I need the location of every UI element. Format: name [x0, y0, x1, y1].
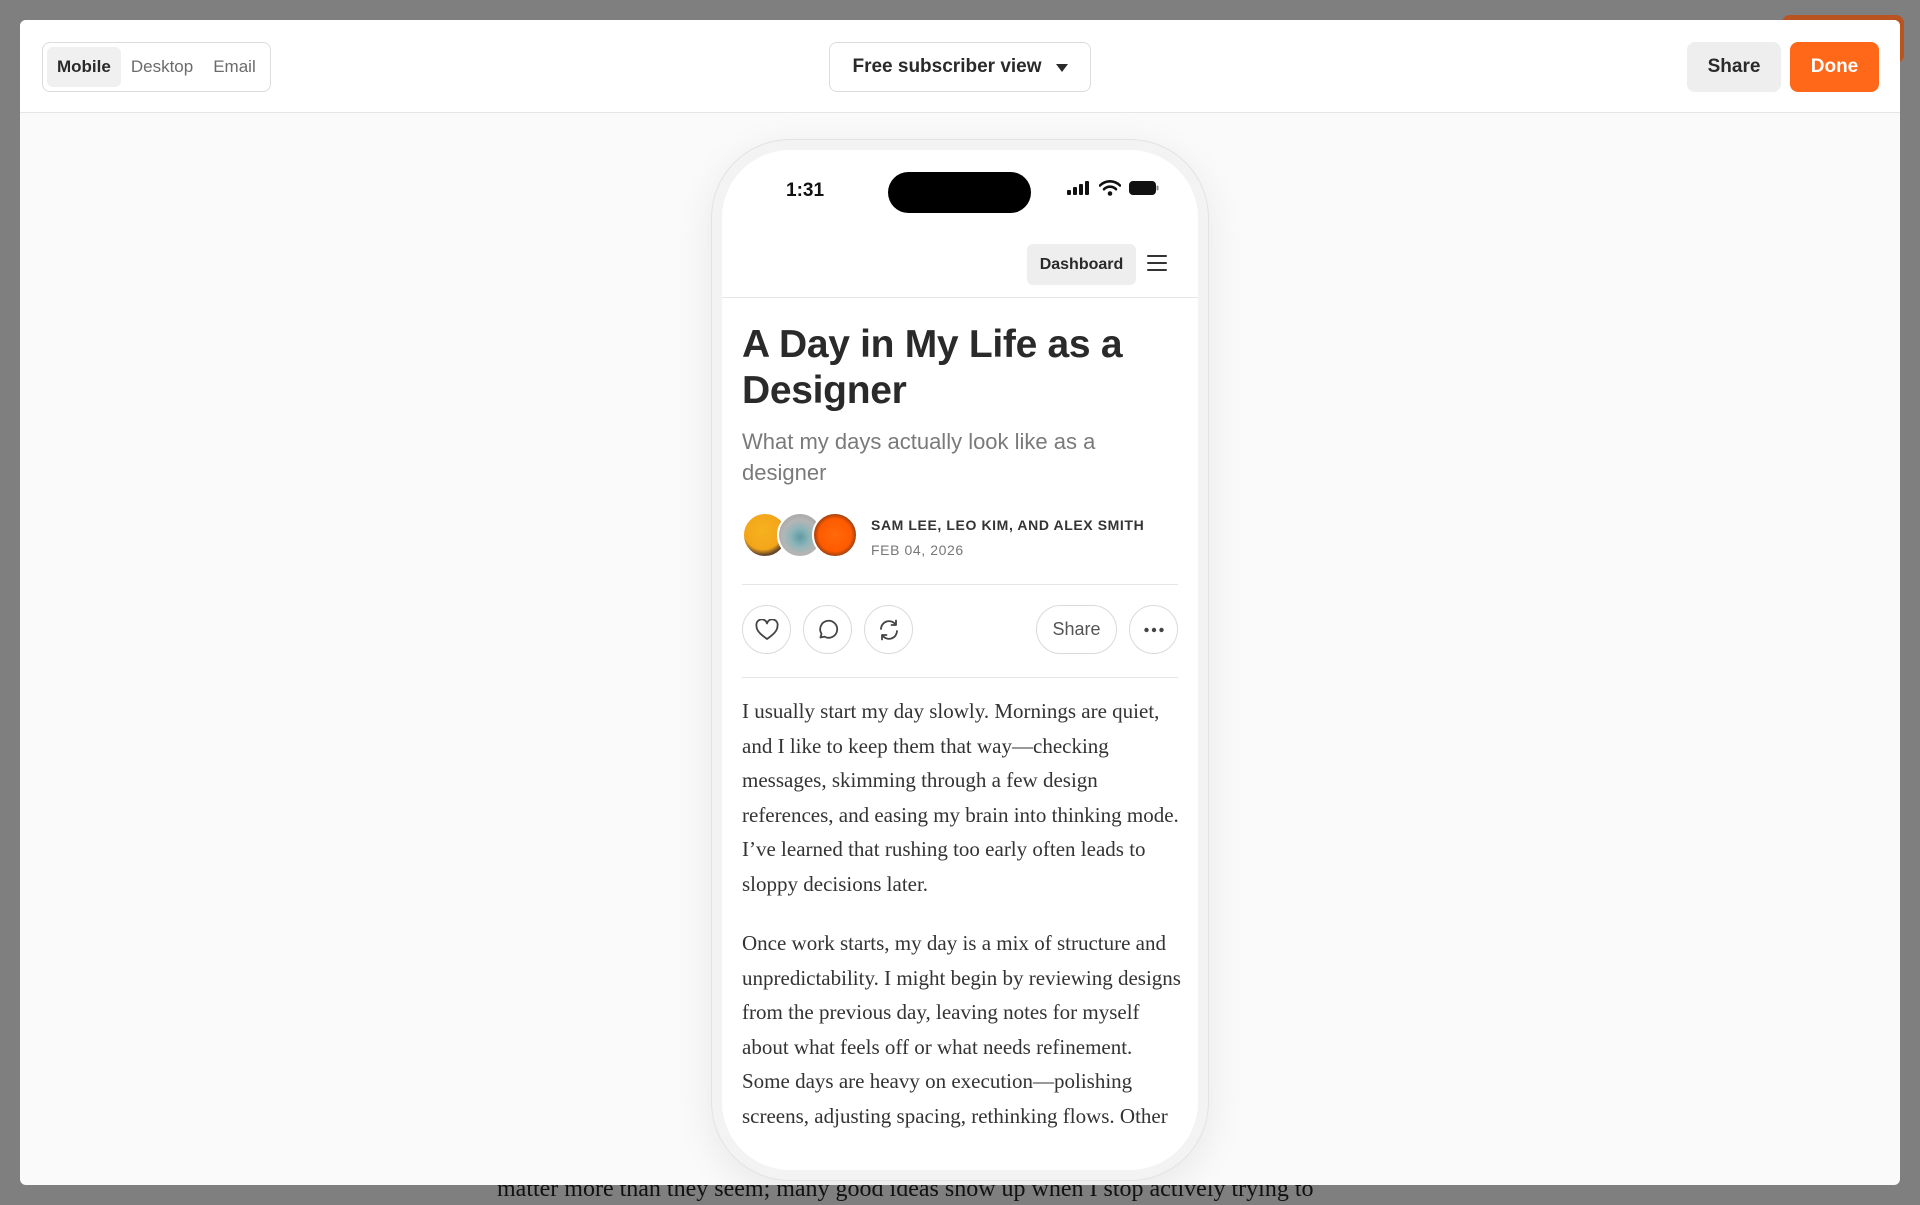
restack-button[interactable]: [864, 605, 913, 654]
post-authors[interactable]: SAM LEE, LEO KIM, AND ALEX SMITH: [871, 517, 1144, 533]
audience-select-label: Free subscriber view: [852, 56, 1042, 77]
comment-icon: [818, 619, 838, 639]
post-subtitle: What my days actually look like as a des…: [742, 429, 1096, 485]
post-date: FEB 04, 2026: [871, 542, 964, 558]
cellular-signal-icon: [1067, 181, 1089, 195]
post-topbar: Dashboard: [722, 232, 1198, 298]
divider: [742, 677, 1178, 678]
audience-select[interactable]: Free subscriber view: [829, 42, 1091, 92]
dashboard-button[interactable]: Dashboard: [1027, 244, 1136, 285]
done-button[interactable]: Done: [1790, 42, 1879, 92]
preview-modal: Mobile Desktop Email Free subscriber vie…: [20, 20, 1900, 1185]
like-button[interactable]: [742, 605, 791, 654]
dynamic-island: [888, 172, 1031, 213]
view-mode-mobile[interactable]: Mobile: [47, 47, 121, 87]
more-options-button[interactable]: [1129, 605, 1178, 654]
status-icons: [1067, 180, 1159, 196]
restack-icon: [879, 619, 898, 640]
comment-button[interactable]: [803, 605, 852, 654]
view-mode-toggle: Mobile Desktop Email: [42, 42, 271, 92]
post-title: A Day in My Life as a Designer: [742, 323, 1123, 412]
body-paragraph: Once work starts, my day is a mix of str…: [742, 931, 1181, 1128]
post-share-button[interactable]: Share: [1036, 605, 1117, 654]
share-button[interactable]: Share: [1687, 42, 1781, 92]
wifi-icon: [1099, 180, 1121, 196]
modal-header: Mobile Desktop Email Free subscriber vie…: [20, 20, 1900, 113]
divider: [742, 584, 1178, 585]
author-avatars: [742, 512, 862, 558]
heart-icon: [754, 618, 779, 640]
body-paragraph: I usually start my day slowly. Mornings …: [742, 699, 1179, 896]
view-mode-desktop[interactable]: Desktop: [121, 47, 203, 87]
view-mode-email[interactable]: Email: [203, 47, 266, 87]
avatar[interactable]: [812, 512, 858, 558]
status-time: 1:31: [786, 180, 825, 201]
more-icon: [1143, 627, 1164, 632]
phone-frame: 1:31 Dashboard A Day in My Life as a Des…: [712, 140, 1208, 1180]
battery-icon: [1129, 181, 1159, 195]
hamburger-menu-icon[interactable]: [1147, 254, 1167, 272]
post-body: I usually start my day slowly. Mornings …: [742, 694, 1182, 1158]
caret-down-icon: [1055, 64, 1068, 72]
